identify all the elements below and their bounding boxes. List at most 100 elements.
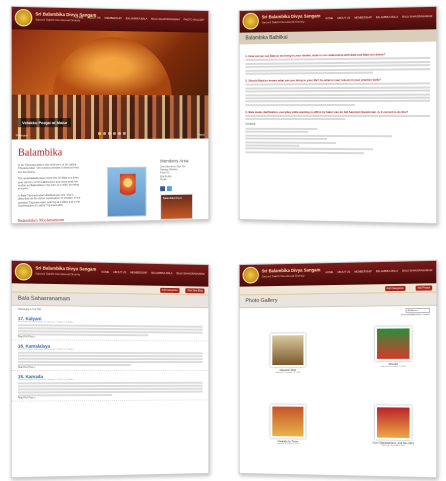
site-header: Sri Balambika Divya Sangam Sacred Sakthi… (239, 260, 437, 287)
site-logo[interactable] (242, 12, 259, 30)
read-more-link[interactable]: Read Full Post » (18, 397, 203, 400)
photo-thumbnail[interactable] (375, 326, 412, 361)
sort-options[interactable]: Recently Added Most Comm. (401, 314, 430, 316)
members-area: Members Area Send Members Sign Out Manag… (160, 158, 206, 181)
nav-sahasranamam[interactable]: BALA SAHASRANAMAM (151, 18, 179, 22)
photo-meta: Updated: December 4, 2011 (380, 365, 406, 368)
nav-membership[interactable]: MEMBERSHIP (354, 16, 372, 19)
faq-answer-label: ANSWER (245, 123, 256, 127)
page-title-bar: Bala Sahasranamam (11, 292, 209, 309)
site-subtitle: Sacred Sakthi Devotional Divinity (35, 271, 81, 277)
nav-membership[interactable]: MEMBERSHIP (354, 270, 372, 273)
screenshot-home: Sri Balambika Divya Sangam Sacred Sakthi… (10, 5, 210, 225)
main-nav: HOME ABOUT US MEMBERSHIP BALAMBIKA BALA … (325, 15, 432, 20)
nav-about[interactable]: ABOUT US (113, 271, 126, 274)
main-nav: HOME ABOUT US MEMBERSHIP BALAMBIKA BALA … (76, 16, 205, 22)
screenshot-sahasranamam: Sri Balambika Divya Sangam Sacred Sakthi… (10, 259, 210, 479)
nav-balambika[interactable]: BALAMBIKA BALA (126, 17, 148, 20)
site-title[interactable]: Sri Balambika Divya Sangam (262, 267, 321, 273)
add-categories-button[interactable]: Add Categories (384, 285, 406, 292)
photo-thumbnail[interactable] (270, 333, 306, 368)
nav-home[interactable]: HOME (325, 271, 333, 274)
gallery-item[interactable]: Guru Vijayadashami_2nd Nov 2011 Updated:… (365, 405, 422, 447)
gallery-toolbar: All Albums Recently Added Most Comm. (240, 306, 437, 318)
slider-dot[interactable] (117, 131, 121, 135)
nav-balambika[interactable]: BALAMBIKA BALA (376, 16, 398, 19)
facebook-icon[interactable] (160, 186, 166, 192)
page-title: Photo Gallery (245, 297, 278, 305)
gallery-item[interactable]: Vasadep by Times Updated: November 2011 (261, 404, 315, 445)
photo-meta: Updated: December 27, 2011 (275, 371, 301, 374)
site-header: Sri Balambika Divya Sangam Sacred Sakthi… (11, 260, 209, 287)
site-subtitle: Sacred Sakthi Devotional Divinity (261, 273, 305, 279)
site-logo[interactable] (14, 262, 33, 281)
goddess-image (107, 166, 147, 218)
read-more-link[interactable]: Read Full Post » (18, 337, 203, 340)
screenshot-faq: Sri Balambika Divya Sangam Sacred Sakthi… (238, 5, 438, 225)
site-header: Sri Balambika Divya Sangam Sacred Sakthi… (239, 6, 437, 33)
main-nav: HOME ABOUT US MEMBERSHIP BALAMBIKA BALA … (101, 271, 204, 276)
site-title[interactable]: Sri Balambika Divya Sangam (262, 13, 321, 19)
nav-sahasranamam[interactable]: BALA SAHASRANAMAM (402, 269, 432, 273)
nav-membership[interactable]: MEMBERSHIP (105, 17, 122, 20)
nav-home[interactable]: HOME (76, 16, 84, 19)
album-filter-select[interactable]: All Albums (405, 307, 431, 314)
nav-balambika[interactable]: BALAMBIKA BALA (151, 272, 172, 275)
photo-thumbnail[interactable] (270, 404, 306, 439)
slider-dot[interactable] (112, 131, 116, 135)
blog-post: 15. Kamada Posted by bala sahasram on Ja… (11, 371, 209, 403)
faq-content: 1. How can we see Bala as we bring to yo… (240, 42, 437, 163)
site-subtitle: Sacred Sakthi Devotional Divinity (35, 17, 81, 23)
gallery-item[interactable]: Navaratri 2011 Updated: December 27, 201… (261, 333, 315, 374)
blog-post: 16. Kamalalaya Posted by bala sahasram o… (11, 340, 209, 372)
twitter-icon[interactable] (166, 186, 172, 192)
site-logo[interactable] (14, 8, 33, 27)
slide-caption: Velakku Poojai at Malur (17, 118, 72, 128)
add-photos-button[interactable]: Add Photos (415, 285, 433, 291)
nav-gallery[interactable]: PHOTO GALLERY (184, 18, 205, 21)
nav-about[interactable]: ABOUT US (87, 17, 100, 20)
post-meta: Posted by bala sahasram on January 7, 20… (17, 379, 74, 382)
slider-dot[interactable] (122, 131, 126, 135)
faq-question: 2. Should Bala be known what can you bri… (245, 77, 381, 83)
home-content: Balambika In Sri Tripurasundari is the c… (12, 139, 209, 225)
blog-post: 17. Kalyani Posted by bala sahasram on J… (11, 312, 209, 342)
slider-prev-button[interactable]: Previous (16, 133, 28, 137)
nav-balambika[interactable]: BALAMBIKA BALA (376, 270, 398, 273)
intro-paragraph: The upaasaka/devotee notes that Sri Bala… (17, 176, 80, 191)
read-more-link[interactable]: Read Full Post » (18, 367, 203, 369)
nav-about[interactable]: ABOUT US (337, 17, 350, 20)
moolamantram-link[interactable]: Balambika's Moolamantram (18, 217, 64, 223)
intro-paragraph: In Sri Tripurasundari is the child form … (17, 163, 80, 174)
social-icons (160, 186, 172, 192)
slider-next-button[interactable]: Next (199, 133, 205, 137)
photo-meta: Updated: November 2011 (276, 443, 299, 446)
slider-dot[interactable] (103, 132, 107, 136)
nav-home[interactable]: HOME (101, 271, 109, 274)
image-slider[interactable]: Velakku Poojai at Malur Previous Next (11, 29, 209, 140)
add-categories-button[interactable]: Add Categories (159, 287, 180, 294)
gallery-item[interactable]: Shivratri Updated: December 4, 2011 (365, 326, 422, 368)
post-new-blog-button[interactable]: Post New Blog (185, 288, 205, 294)
page-title: Bala Sahasranamam (17, 295, 71, 303)
faq-question: 3. Bala made clarification, everyday whi… (245, 109, 409, 114)
slider-dots (12, 131, 209, 137)
intro-text: In Sri Tripurasundari is the child form … (18, 163, 81, 211)
nav-home[interactable]: HOME (325, 17, 333, 20)
page-title: Balambika Bathilkal (245, 34, 288, 42)
photo-thumbnail[interactable] (375, 405, 412, 441)
nav-about[interactable]: ABOUT US (337, 271, 350, 274)
site-subtitle: Sacred Sakthi Devotional Divinity (261, 19, 305, 25)
members-link[interactable]: Profile (160, 178, 206, 182)
screenshot-gallery: Sri Balambika Divya Sangam Sacred Sakthi… (238, 259, 438, 479)
slider-dot[interactable] (108, 132, 112, 136)
nav-sahasranamam[interactable]: BALA SAHASRANAMAM (176, 272, 204, 276)
nav-membership[interactable]: MEMBERSHIP (130, 271, 147, 274)
site-logo[interactable] (242, 266, 259, 284)
page-heading: Balambika (17, 147, 63, 159)
featured-thumbnail[interactable]: Balambika Divya (160, 193, 194, 220)
nav-sahasranamam[interactable]: BALA SAHASRANAMAM (402, 15, 432, 19)
members-heading: Members Area (160, 158, 189, 164)
slider-dot[interactable] (98, 132, 102, 136)
post-meta: Posted by bala sahasram on January 7, 20… (17, 348, 74, 351)
